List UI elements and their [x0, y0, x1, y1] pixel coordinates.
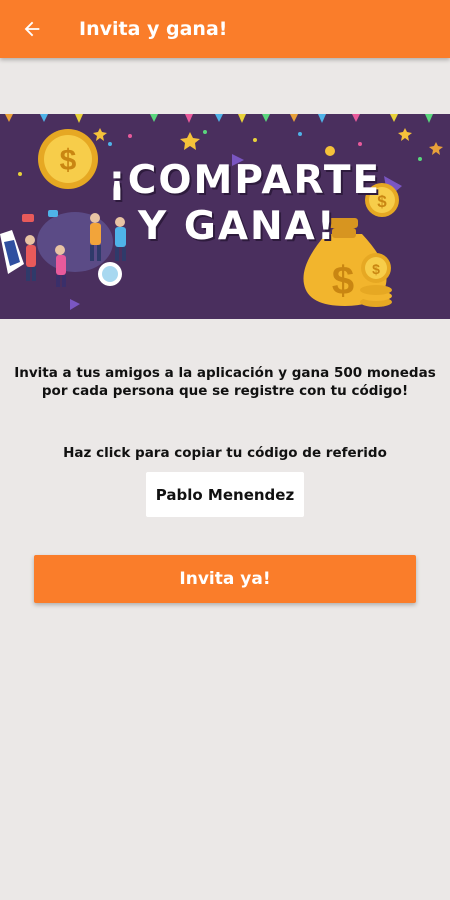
- description-line-1: Invita a tus amigos a la aplicación y ga…: [14, 365, 436, 381]
- invite-button-label: Invita ya!: [179, 569, 271, 589]
- copy-code-label: Haz click para copiar tu código de refer…: [63, 445, 387, 461]
- description-line-2: por cada persona que se registre con tu …: [41, 383, 409, 399]
- promo-banner: $ $ $ $ ¡COMPARTE Y GANA!: [0, 114, 450, 319]
- bunting-decoration: [5, 114, 433, 123]
- coin-icon: $: [38, 129, 98, 189]
- svg-text:$: $: [60, 144, 77, 177]
- banner-headline: ¡COMPARTE Y GANA!: [108, 158, 381, 249]
- referral-code-text: Pablo Menendez: [155, 485, 295, 504]
- page-title: Invita y gana!: [79, 18, 228, 40]
- svg-text:$: $: [372, 261, 380, 277]
- referral-code-button[interactable]: Pablo Menendez: [146, 472, 304, 517]
- app-bar: Invita y gana!: [0, 0, 450, 58]
- headline-line-2: Y GANA!: [138, 203, 337, 249]
- back-button[interactable]: [12, 9, 52, 49]
- headline-line-1: ¡COMPARTE: [108, 158, 382, 203]
- invite-description: Invita a tus amigos a la aplicación y ga…: [0, 364, 450, 400]
- arrow-left-icon: [24, 21, 40, 37]
- svg-text:$: $: [332, 259, 354, 303]
- invite-button[interactable]: Invita ya!: [34, 555, 416, 603]
